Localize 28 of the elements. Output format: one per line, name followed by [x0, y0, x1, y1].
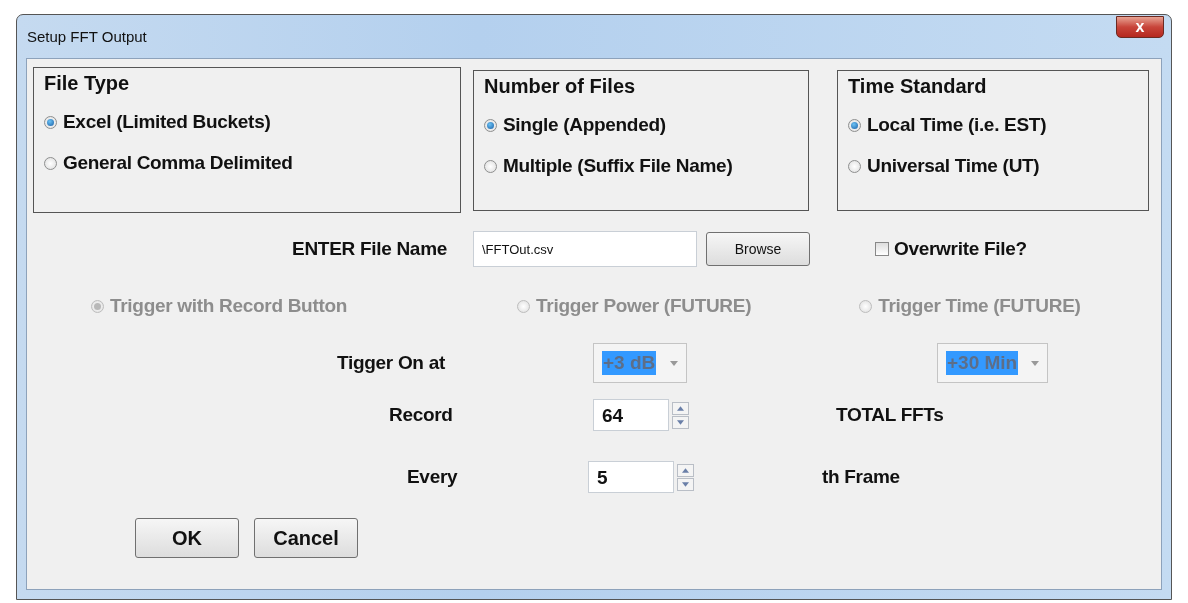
group-title: File Type: [44, 72, 130, 95]
dialog-button[interactable]: OK: [135, 518, 239, 558]
radio-option[interactable]: General Comma Delimited: [44, 152, 450, 174]
unit-label: TOTAL FFTs: [836, 404, 944, 426]
browse-button[interactable]: Browse: [706, 232, 810, 266]
field-label: ENTER File Name: [291, 238, 447, 260]
close-button[interactable]: x: [1116, 15, 1164, 38]
unit-label: th Frame: [822, 466, 900, 488]
group-title: Number of Files: [484, 75, 636, 98]
caret-icon: [670, 360, 678, 366]
dialog-button[interactable]: Cancel: [254, 518, 358, 558]
field-label: Record: [389, 404, 454, 426]
caret-icon: [1031, 360, 1039, 366]
number-field[interactable]: 5: [588, 461, 674, 493]
field-label: Every: [407, 466, 459, 488]
radio-option[interactable]: Single (Appended): [484, 114, 798, 136]
spinner-arrows[interactable]: [672, 401, 689, 429]
radio-option[interactable]: Multiple (Suffix File Name): [484, 155, 798, 177]
window-title: Setup FFT Output: [26, 28, 147, 45]
number-field[interactable]: 64: [593, 399, 669, 431]
file-name-field[interactable]: \FFTOut.csv: [473, 231, 697, 267]
overwrite-checkbox[interactable]: Overwrite File?: [875, 238, 1027, 260]
field-label: Tigger On at: [337, 352, 446, 374]
radio-option[interactable]: Universal Time (UT): [848, 155, 1138, 177]
spinner-arrows[interactable]: [677, 463, 694, 491]
radio-option[interactable]: Excel (Limited Buckets): [44, 111, 450, 133]
group-title: Time Standard: [848, 75, 987, 98]
radio-option[interactable]: Local Time (i.e. EST): [848, 114, 1138, 136]
